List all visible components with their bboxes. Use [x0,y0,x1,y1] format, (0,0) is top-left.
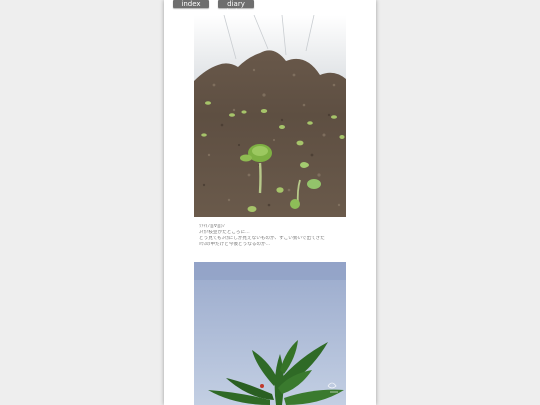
caption-line: ﾊｳｽの中だけど今後どうなるのか… [199,242,271,248]
index-nav-button[interactable]: index [173,0,209,8]
plant-sky-photo [194,262,346,405]
seedling-photo [194,15,346,217]
diary-index-nav-button[interactable]: diary index [218,0,254,16]
diary-entry-caption: ﾜｧｲ(ﾉ≧∀≦)ﾉ ｽｲｶ?枝豆かたところに… どう見てもｽｲｶにしか見えない… [199,224,345,248]
